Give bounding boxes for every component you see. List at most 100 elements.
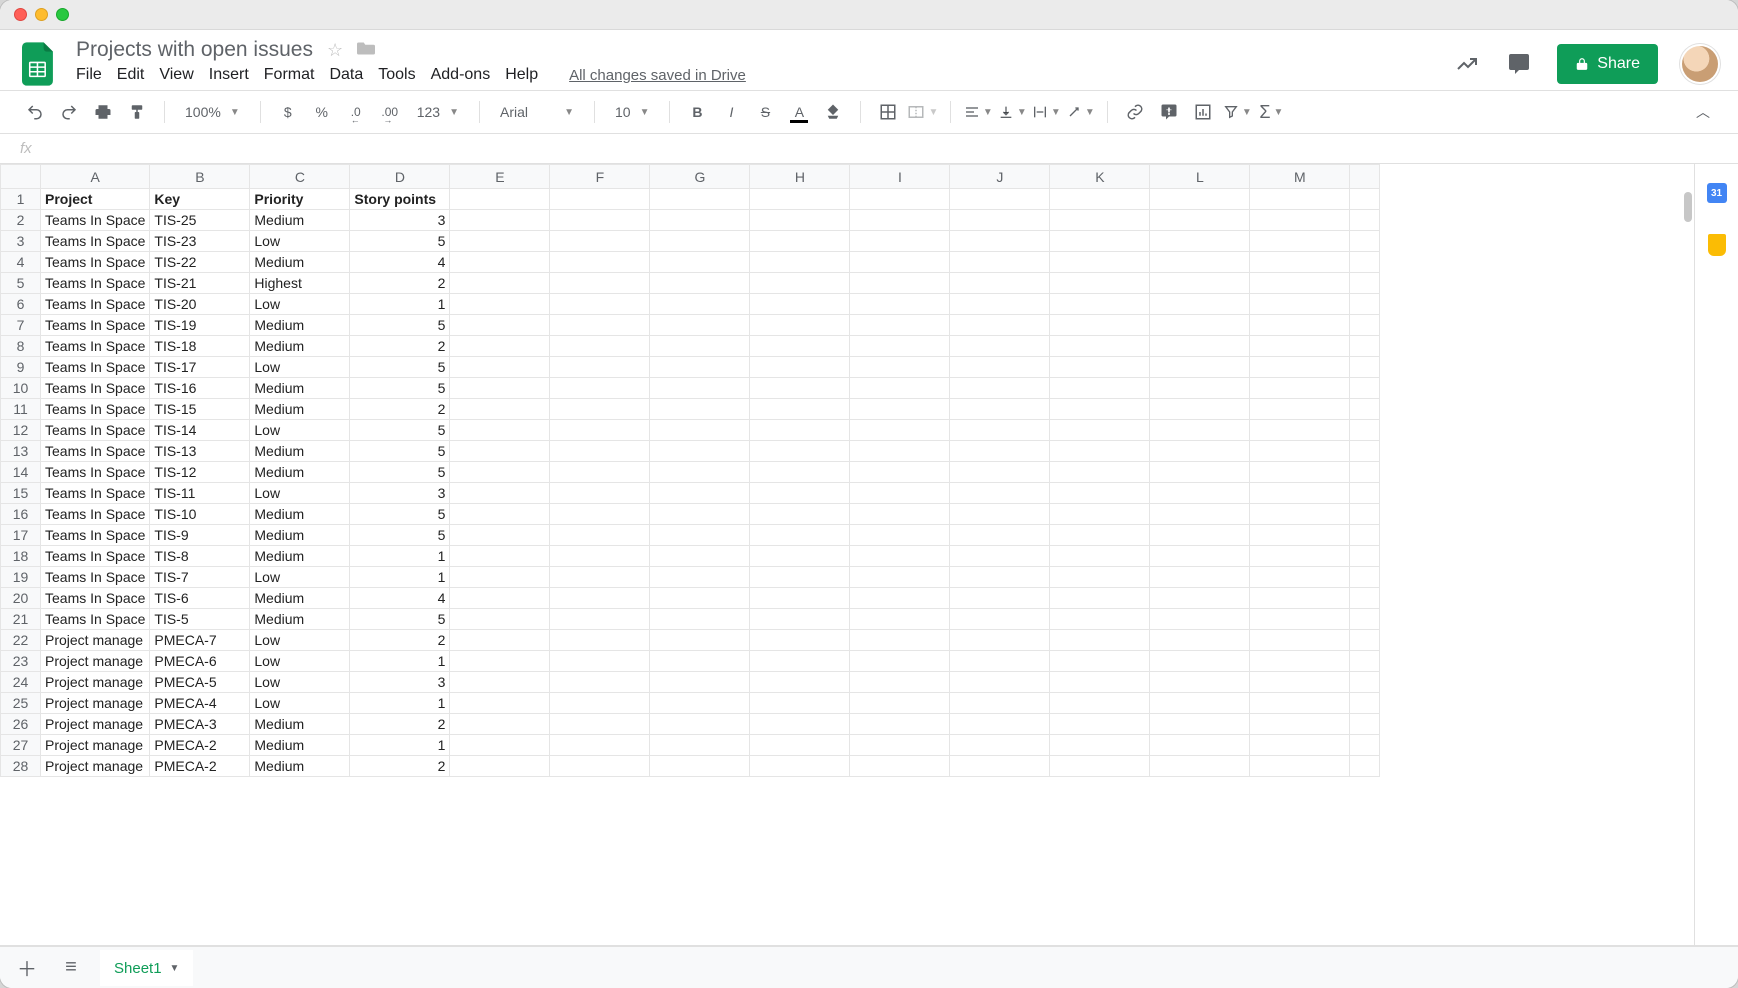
- cell-K18[interactable]: [1050, 546, 1150, 567]
- cell-D6[interactable]: 1: [350, 294, 450, 315]
- cell-I25[interactable]: [850, 693, 950, 714]
- cell-G28[interactable]: [650, 756, 750, 777]
- cell-D1[interactable]: Story points: [350, 189, 450, 210]
- cell-I14[interactable]: [850, 462, 950, 483]
- cell-G27[interactable]: [650, 735, 750, 756]
- formula-input[interactable]: [44, 134, 1718, 163]
- cell-C1[interactable]: Priority: [250, 189, 350, 210]
- cell-D28[interactable]: 2: [350, 756, 450, 777]
- cell-E25[interactable]: [450, 693, 550, 714]
- cell-J18[interactable]: [950, 546, 1050, 567]
- cell-M7[interactable]: [1250, 315, 1350, 336]
- select-all-corner[interactable]: [1, 165, 41, 189]
- cell-B15[interactable]: TIS-11: [150, 483, 250, 504]
- cell-D13[interactable]: 5: [350, 441, 450, 462]
- cell-H17[interactable]: [750, 525, 850, 546]
- cell-A17[interactable]: Teams In Space: [41, 525, 150, 546]
- cell-E12[interactable]: [450, 420, 550, 441]
- sheet-tab-sheet1[interactable]: Sheet1 ▼: [100, 950, 193, 986]
- cell-K1[interactable]: [1050, 189, 1150, 210]
- cell-I1[interactable]: [850, 189, 950, 210]
- sheet-tab-menu-icon[interactable]: ▼: [170, 963, 180, 974]
- cell-F8[interactable]: [550, 336, 650, 357]
- cell-E6[interactable]: [450, 294, 550, 315]
- cell-F9[interactable]: [550, 357, 650, 378]
- filter-button[interactable]: ▼: [1222, 97, 1252, 127]
- cell-J25[interactable]: [950, 693, 1050, 714]
- cell-L16[interactable]: [1150, 504, 1250, 525]
- account-avatar[interactable]: [1682, 46, 1718, 82]
- cell-C2[interactable]: Medium: [250, 210, 350, 231]
- column-header-A[interactable]: A: [41, 165, 150, 189]
- cell-F2[interactable]: [550, 210, 650, 231]
- cell-D27[interactable]: 1: [350, 735, 450, 756]
- cell-K22[interactable]: [1050, 630, 1150, 651]
- cell-I5[interactable]: [850, 273, 950, 294]
- cell-I24[interactable]: [850, 672, 950, 693]
- comments-icon[interactable]: [1505, 50, 1533, 78]
- close-window-button[interactable]: [14, 8, 27, 21]
- cell-B17[interactable]: TIS-9: [150, 525, 250, 546]
- cell-C23[interactable]: Low: [250, 651, 350, 672]
- cell-E2[interactable]: [450, 210, 550, 231]
- cell-K9[interactable]: [1050, 357, 1150, 378]
- row-header-20[interactable]: 20: [1, 588, 41, 609]
- cell-L15[interactable]: [1150, 483, 1250, 504]
- cell-E20[interactable]: [450, 588, 550, 609]
- cell-L5[interactable]: [1150, 273, 1250, 294]
- cell-L4[interactable]: [1150, 252, 1250, 273]
- row-header-17[interactable]: 17: [1, 525, 41, 546]
- cell-E3[interactable]: [450, 231, 550, 252]
- cell-L7[interactable]: [1150, 315, 1250, 336]
- cell-C16[interactable]: Medium: [250, 504, 350, 525]
- column-header-G[interactable]: G: [650, 165, 750, 189]
- cell-A1[interactable]: Project: [41, 189, 150, 210]
- cell-J8[interactable]: [950, 336, 1050, 357]
- cell-H19[interactable]: [750, 567, 850, 588]
- cell-K13[interactable]: [1050, 441, 1150, 462]
- cell-D4[interactable]: 4: [350, 252, 450, 273]
- cell-E4[interactable]: [450, 252, 550, 273]
- cell-A20[interactable]: Teams In Space: [41, 588, 150, 609]
- row-header-18[interactable]: 18: [1, 546, 41, 567]
- cell-C25[interactable]: Low: [250, 693, 350, 714]
- cell-K7[interactable]: [1050, 315, 1150, 336]
- cell-D16[interactable]: 5: [350, 504, 450, 525]
- cell-G18[interactable]: [650, 546, 750, 567]
- cell-F5[interactable]: [550, 273, 650, 294]
- cell-A12[interactable]: Teams In Space: [41, 420, 150, 441]
- cell-I21[interactable]: [850, 609, 950, 630]
- cell-F25[interactable]: [550, 693, 650, 714]
- cell-M1[interactable]: [1250, 189, 1350, 210]
- cell-H28[interactable]: [750, 756, 850, 777]
- cell-A19[interactable]: Teams In Space: [41, 567, 150, 588]
- cell-L26[interactable]: [1150, 714, 1250, 735]
- insert-comment-button[interactable]: +: [1154, 97, 1184, 127]
- cell-A2[interactable]: Teams In Space: [41, 210, 150, 231]
- cell-E16[interactable]: [450, 504, 550, 525]
- cell-M3[interactable]: [1250, 231, 1350, 252]
- menu-edit[interactable]: Edit: [117, 66, 145, 84]
- cell-B7[interactable]: TIS-19: [150, 315, 250, 336]
- cell-A15[interactable]: Teams In Space: [41, 483, 150, 504]
- cell-D9[interactable]: 5: [350, 357, 450, 378]
- cell-G24[interactable]: [650, 672, 750, 693]
- cell-G25[interactable]: [650, 693, 750, 714]
- cell-B9[interactable]: TIS-17: [150, 357, 250, 378]
- cell-A28[interactable]: Project manage: [41, 756, 150, 777]
- cell-L13[interactable]: [1150, 441, 1250, 462]
- menu-view[interactable]: View: [159, 66, 193, 84]
- cell-C28[interactable]: Medium: [250, 756, 350, 777]
- cell-G6[interactable]: [650, 294, 750, 315]
- cell-D18[interactable]: 1: [350, 546, 450, 567]
- cell-D3[interactable]: 5: [350, 231, 450, 252]
- cell-C11[interactable]: Medium: [250, 399, 350, 420]
- cell-J7[interactable]: [950, 315, 1050, 336]
- cell-C9[interactable]: Low: [250, 357, 350, 378]
- cell-B16[interactable]: TIS-10: [150, 504, 250, 525]
- cell-L10[interactable]: [1150, 378, 1250, 399]
- cell-L12[interactable]: [1150, 420, 1250, 441]
- cell-C22[interactable]: Low: [250, 630, 350, 651]
- cell-G4[interactable]: [650, 252, 750, 273]
- cell-H9[interactable]: [750, 357, 850, 378]
